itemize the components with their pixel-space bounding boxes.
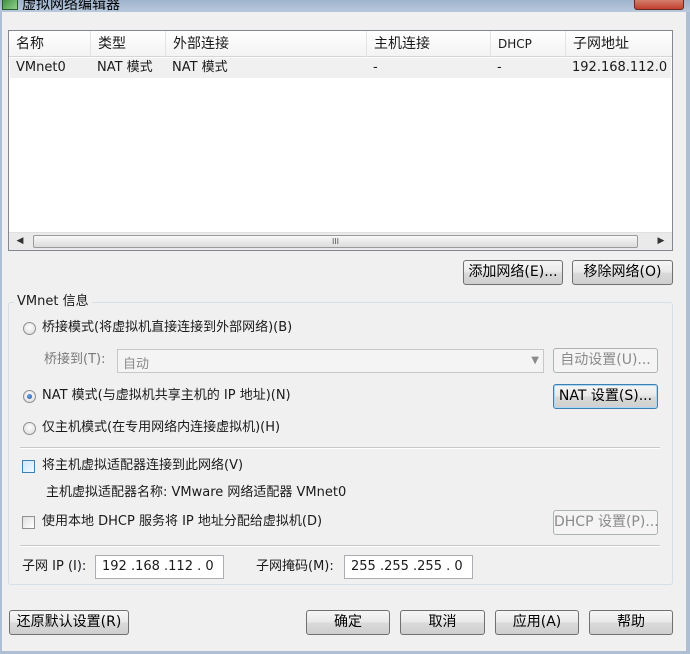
remove-network-button[interactable]: 移除网络(O) [572, 260, 673, 285]
cell-host: - [373, 60, 378, 75]
subnet-mask-field[interactable]: 255 .255 .255 . 0 [344, 555, 473, 579]
column-header-external[interactable]: 外部连接 [166, 31, 367, 57]
cell-name: VMnet0 [16, 60, 66, 75]
list-header: 名称 类型 外部连接 主机连接 DHCP 子网地址 [9, 31, 672, 57]
host-only-radio[interactable] [23, 422, 36, 435]
close-button[interactable] [634, 0, 684, 10]
table-row[interactable]: VMnet0 NAT 模式 NAT 模式 - - 192.168.112.0 [10, 58, 671, 78]
horizontal-scrollbar[interactable]: ◀ III ▶ [9, 232, 672, 250]
cell-dhcp: - [497, 60, 502, 75]
ok-button[interactable]: 确定 [306, 610, 390, 635]
bridged-to-select[interactable]: 自动 ▼ [117, 349, 544, 373]
nat-mode-label[interactable]: NAT 模式(与虚拟机共享主机的 IP 地址)(N) [42, 388, 291, 404]
window-frame-right [686, 12, 690, 654]
auto-settings-button[interactable]: 自动设置(U)... [553, 348, 658, 373]
nat-mode-radio[interactable] [23, 390, 36, 403]
host-only-label[interactable]: 仅主机模式(在专用网络内连接虚拟机)(H) [42, 420, 280, 436]
column-header-dhcp[interactable]: DHCP [491, 31, 566, 57]
scroll-thumb[interactable]: III [33, 235, 638, 248]
cancel-button[interactable]: 取消 [400, 610, 485, 635]
divider [20, 545, 660, 547]
dhcp-settings-button[interactable]: DHCP 设置(P)... [553, 510, 659, 535]
cell-subnet: 192.168.112.0 [572, 60, 668, 75]
dhcp-label[interactable]: 使用本地 DHCP 服务将 IP 地址分配给虚拟机(D) [42, 514, 322, 530]
column-header-name[interactable]: 名称 [9, 31, 91, 57]
bridged-mode-label[interactable]: 桥接模式(将虚拟机直接连接到外部网络)(B) [42, 320, 292, 336]
subnet-ip-label: 子网 IP (I): [22, 559, 87, 574]
network-list[interactable]: 名称 类型 外部连接 主机连接 DHCP 子网地址 VMnet0 NAT 模式 … [8, 30, 673, 251]
window-title: 虚拟网络编辑器 [22, 0, 120, 12]
subnet-mask-label: 子网掩码(M): [256, 559, 334, 574]
scroll-right-icon[interactable]: ▶ [652, 233, 670, 250]
bridged-mode-radio[interactable] [23, 322, 36, 335]
bridged-to-label: 桥接到(T): [44, 352, 106, 367]
vmnet-info-legend: VMnet 信息 [14, 293, 92, 311]
connect-adapter-label[interactable]: 将主机虚拟适配器连接到此网络(V) [42, 458, 243, 474]
network-editor-icon [2, 0, 18, 10]
adapter-name-text: 主机虚拟适配器名称: VMware 网络适配器 VMnet0 [46, 485, 347, 500]
title-bar: 虚拟网络编辑器 [0, 0, 690, 12]
apply-button[interactable]: 应用(A) [495, 610, 579, 635]
cell-external: NAT 模式 [172, 60, 228, 75]
nat-settings-button[interactable]: NAT 设置(S)... [553, 384, 658, 409]
window-frame-left [0, 12, 2, 654]
subnet-ip-field[interactable]: 192 .168 .112 . 0 [95, 555, 224, 579]
connect-adapter-checkbox[interactable] [22, 460, 35, 473]
column-header-host[interactable]: 主机连接 [367, 31, 491, 57]
bridged-to-value: 自动 [123, 357, 150, 372]
restore-defaults-button[interactable]: 还原默认设置(R) [9, 610, 129, 635]
dhcp-checkbox[interactable] [22, 516, 35, 529]
column-header-subnet[interactable]: 子网地址 [566, 31, 672, 57]
scroll-left-icon[interactable]: ◀ [11, 233, 29, 250]
vmnet-info-group [8, 302, 673, 585]
column-header-type[interactable]: 类型 [91, 31, 166, 57]
divider [20, 447, 660, 449]
chevron-down-icon[interactable]: ▼ [531, 355, 539, 366]
add-network-button[interactable]: 添加网络(E)... [463, 260, 563, 285]
cell-type: NAT 模式 [97, 60, 153, 75]
help-button[interactable]: 帮助 [589, 610, 673, 635]
